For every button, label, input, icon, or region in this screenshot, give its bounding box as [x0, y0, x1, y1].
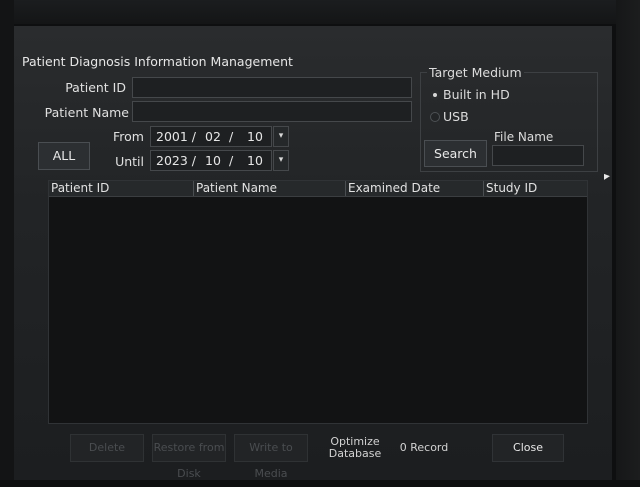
close-button[interactable]: Close	[492, 434, 564, 462]
file-name-input[interactable]	[492, 145, 584, 166]
until-year: 2023 /	[156, 153, 196, 168]
until-month: 10	[205, 153, 221, 168]
restore-button[interactable]: Restore from Disk	[152, 434, 226, 480]
optimize-line-2: Database	[328, 447, 382, 460]
delete-button[interactable]: Delete	[70, 434, 144, 462]
radio-usb[interactable]	[430, 112, 440, 122]
table-header: Patient ID Patient Name Examined Date St…	[49, 181, 587, 197]
from-date-field[interactable]: 2001 / 02 / 10	[150, 126, 272, 147]
record-count: 0 Record	[399, 441, 449, 454]
column-study-id[interactable]: Study ID	[483, 181, 587, 196]
monitor-bezel-right	[616, 0, 640, 480]
radio-label-built-in-hd: Built in HD	[443, 87, 510, 102]
search-button[interactable]: Search	[424, 140, 487, 167]
dialog-title: Patient Diagnosis Information Management	[22, 54, 293, 69]
all-button[interactable]: ALL	[38, 142, 90, 170]
until-label: Until	[115, 154, 144, 169]
from-month: 02	[205, 129, 221, 144]
from-year: 2001 /	[156, 129, 196, 144]
from-date-dropdown-chevron-icon[interactable]: ▾	[273, 126, 289, 147]
file-name-label: File Name	[494, 130, 554, 144]
patient-id-input[interactable]	[132, 77, 412, 98]
until-separator: /	[229, 153, 234, 168]
column-patient-name[interactable]: Patient Name	[193, 181, 345, 196]
patient-id-label: Patient ID	[65, 80, 126, 95]
patient-table: Patient ID Patient Name Examined Date St…	[48, 180, 588, 424]
radio-built-in-hd[interactable]	[430, 90, 440, 100]
column-patient-id[interactable]: Patient ID	[49, 181, 195, 196]
patient-name-label: Patient Name	[44, 105, 129, 120]
patient-name-input[interactable]	[132, 101, 412, 122]
radio-label-usb: USB	[443, 109, 469, 124]
until-day: 10	[247, 153, 263, 168]
monitor-bezel-top	[0, 0, 640, 24]
until-date-field[interactable]: 2023 / 10 / 10	[150, 150, 272, 171]
monitor-bezel-left	[0, 0, 14, 480]
from-label: From	[113, 129, 144, 144]
until-date-dropdown-chevron-icon[interactable]: ▾	[273, 150, 289, 171]
column-examined-date[interactable]: Examined Date	[345, 181, 483, 196]
write-to-media-button[interactable]: Write to Media	[234, 434, 308, 480]
optimize-database-button[interactable]: Optimize Database	[322, 436, 388, 460]
from-separator: /	[229, 129, 234, 144]
from-day: 10	[247, 129, 263, 144]
target-medium-title: Target Medium	[427, 65, 524, 80]
